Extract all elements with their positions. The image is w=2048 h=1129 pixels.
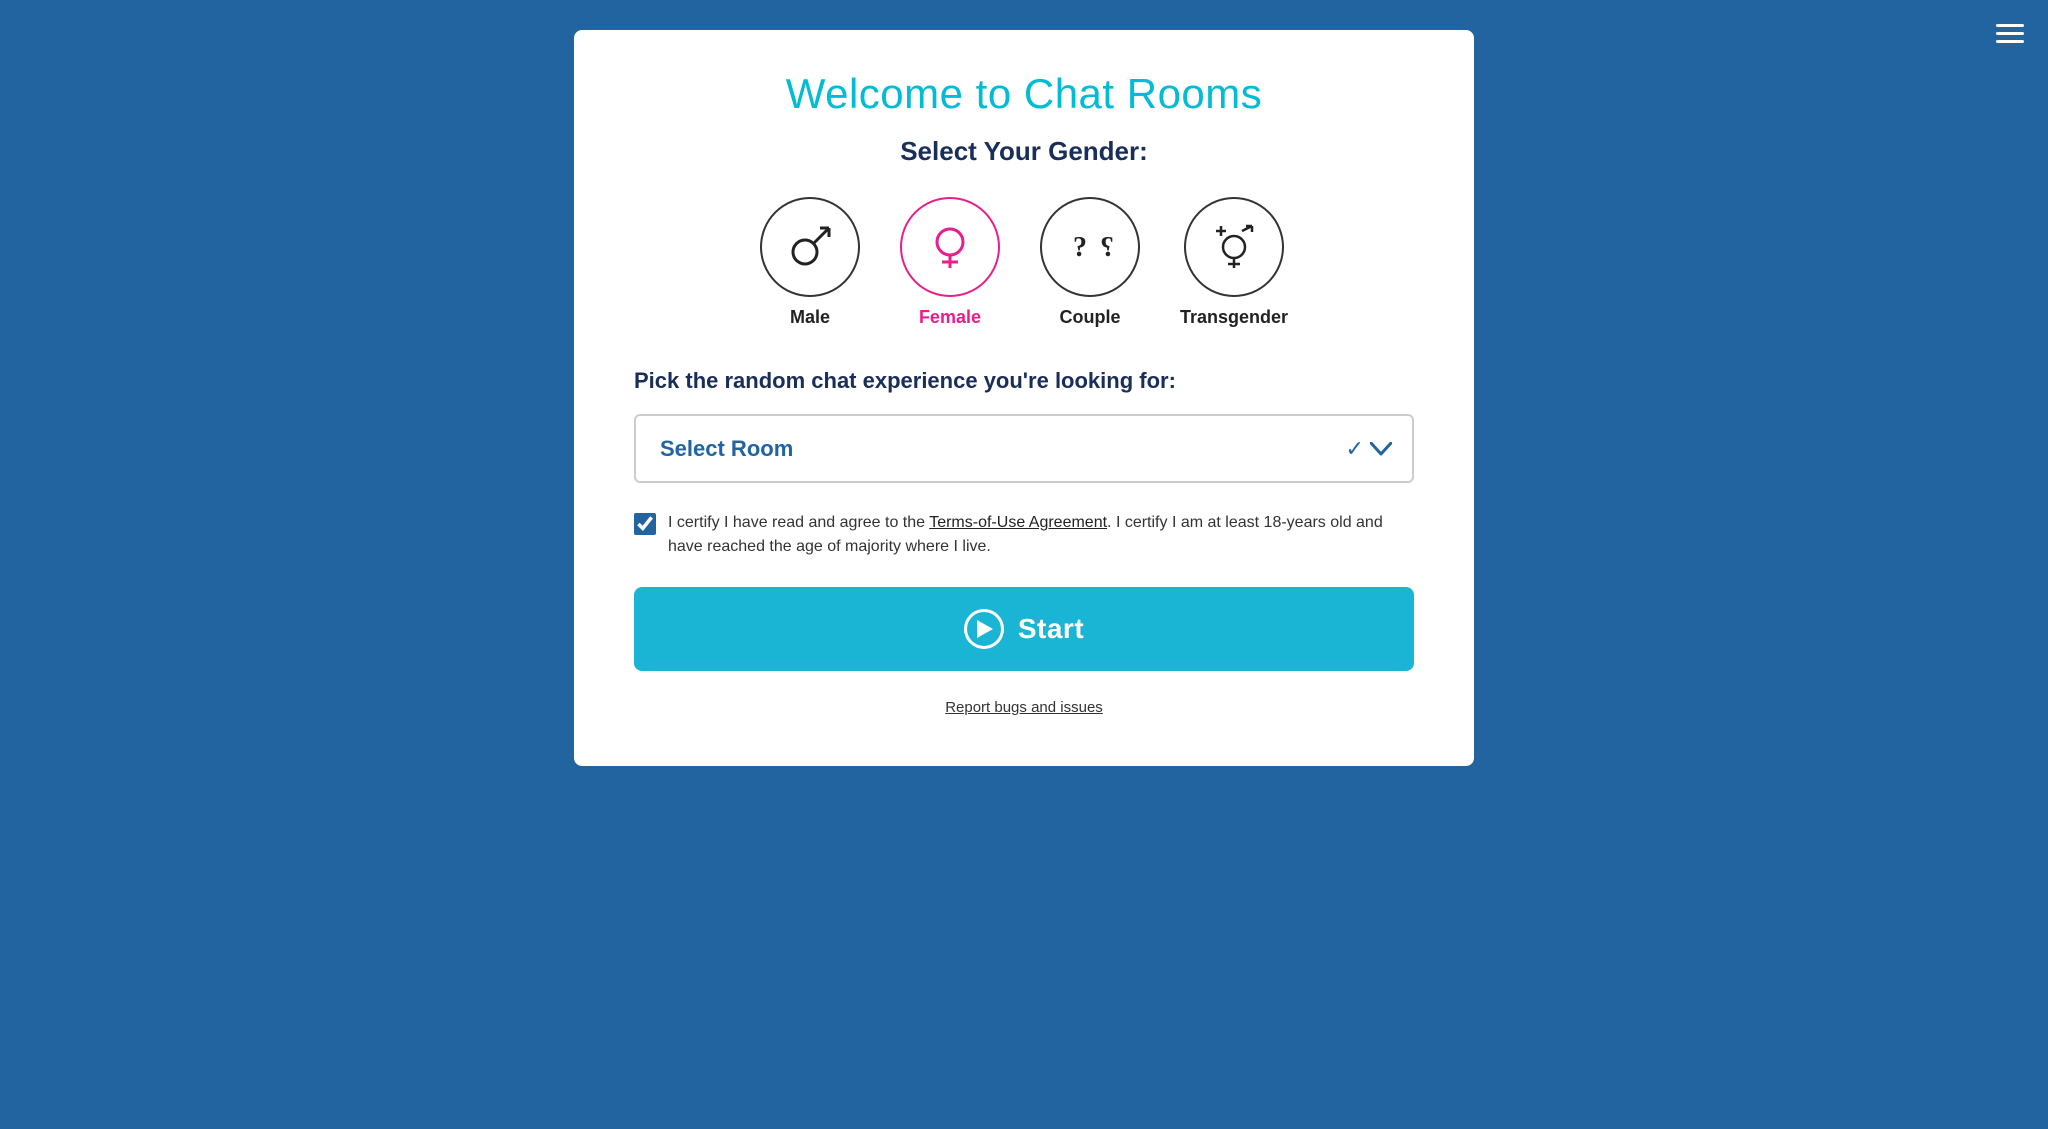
couple-icon: ? ? [1065,222,1115,272]
gender-option-female[interactable]: Female [900,197,1000,328]
svg-text:?: ? [1100,232,1114,263]
gender-option-male[interactable]: Male [760,197,860,328]
terms-text: I certify I have read and agree to the T… [668,511,1414,559]
svg-text:?: ? [1073,232,1087,263]
main-card: Welcome to Chat Rooms Select Your Gender… [574,30,1474,766]
gender-circle-male [760,197,860,297]
terms-row: I certify I have read and agree to the T… [634,511,1414,559]
start-button-label: Start [1018,613,1084,645]
gender-label-couple: Couple [1059,307,1120,328]
gender-circle-transgender [1184,197,1284,297]
hamburger-line-2 [1996,32,2024,35]
gender-circle-female [900,197,1000,297]
terms-text-before: I certify I have read and agree to the [668,514,929,531]
gender-label-male: Male [790,307,830,328]
select-room-wrapper: Select Room Random Chat Video Chat Text … [634,414,1414,483]
experience-heading: Pick the random chat experience you're l… [634,368,1414,394]
page-title: Welcome to Chat Rooms [634,70,1414,118]
hamburger-line-3 [1996,40,2024,43]
male-icon [785,222,835,272]
transgender-icon [1209,222,1259,272]
play-triangle [977,620,993,638]
gender-circle-couple: ? ? [1040,197,1140,297]
hamburger-line-1 [1996,24,2024,27]
gender-option-transgender[interactable]: Transgender [1180,197,1288,328]
terms-link[interactable]: Terms-of-Use Agreement [929,514,1107,531]
gender-options-row: Male Female ? ? Couple [634,197,1414,328]
room-select[interactable]: Select Room Random Chat Video Chat Text … [634,414,1414,483]
start-button[interactable]: Start [634,587,1414,671]
gender-label-female: Female [919,307,981,328]
report-bugs-link[interactable]: Report bugs and issues [945,699,1103,716]
gender-option-couple[interactable]: ? ? Couple [1040,197,1140,328]
menu-button[interactable] [1990,18,2030,49]
play-icon [964,609,1004,649]
report-link-container: Report bugs and issues [634,699,1414,716]
terms-checkbox[interactable] [634,513,656,535]
female-icon [925,222,975,272]
gender-label-transgender: Transgender [1180,307,1288,328]
gender-heading: Select Your Gender: [634,136,1414,167]
